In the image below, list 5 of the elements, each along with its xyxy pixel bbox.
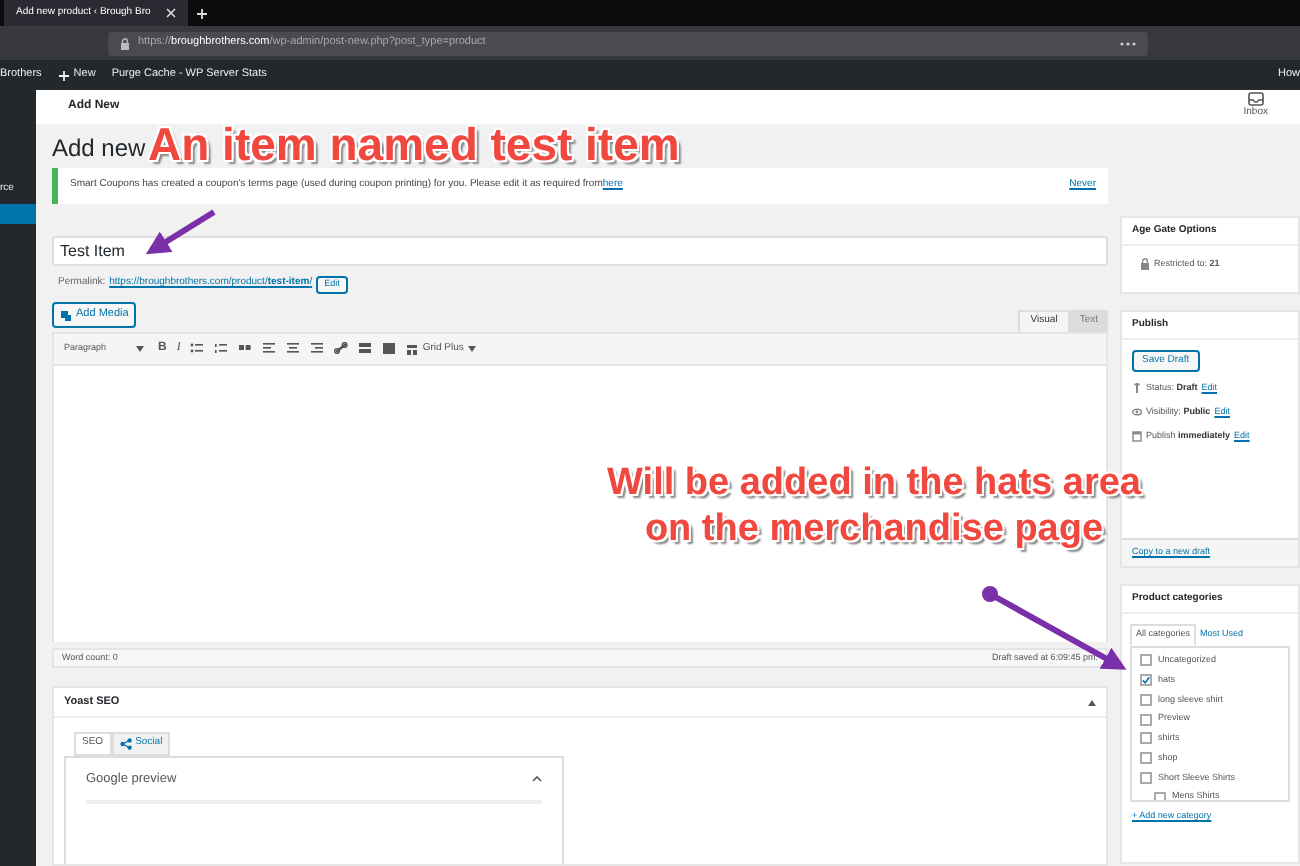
page-title: Add new [52,132,146,164]
annotation-text: on the merchandise page [644,510,1104,554]
annotation-text: Will be added in the hats area [607,464,1141,508]
annotation-text: An item named test item [148,122,680,168]
title-field[interactable]: Test Item [52,236,1108,266]
